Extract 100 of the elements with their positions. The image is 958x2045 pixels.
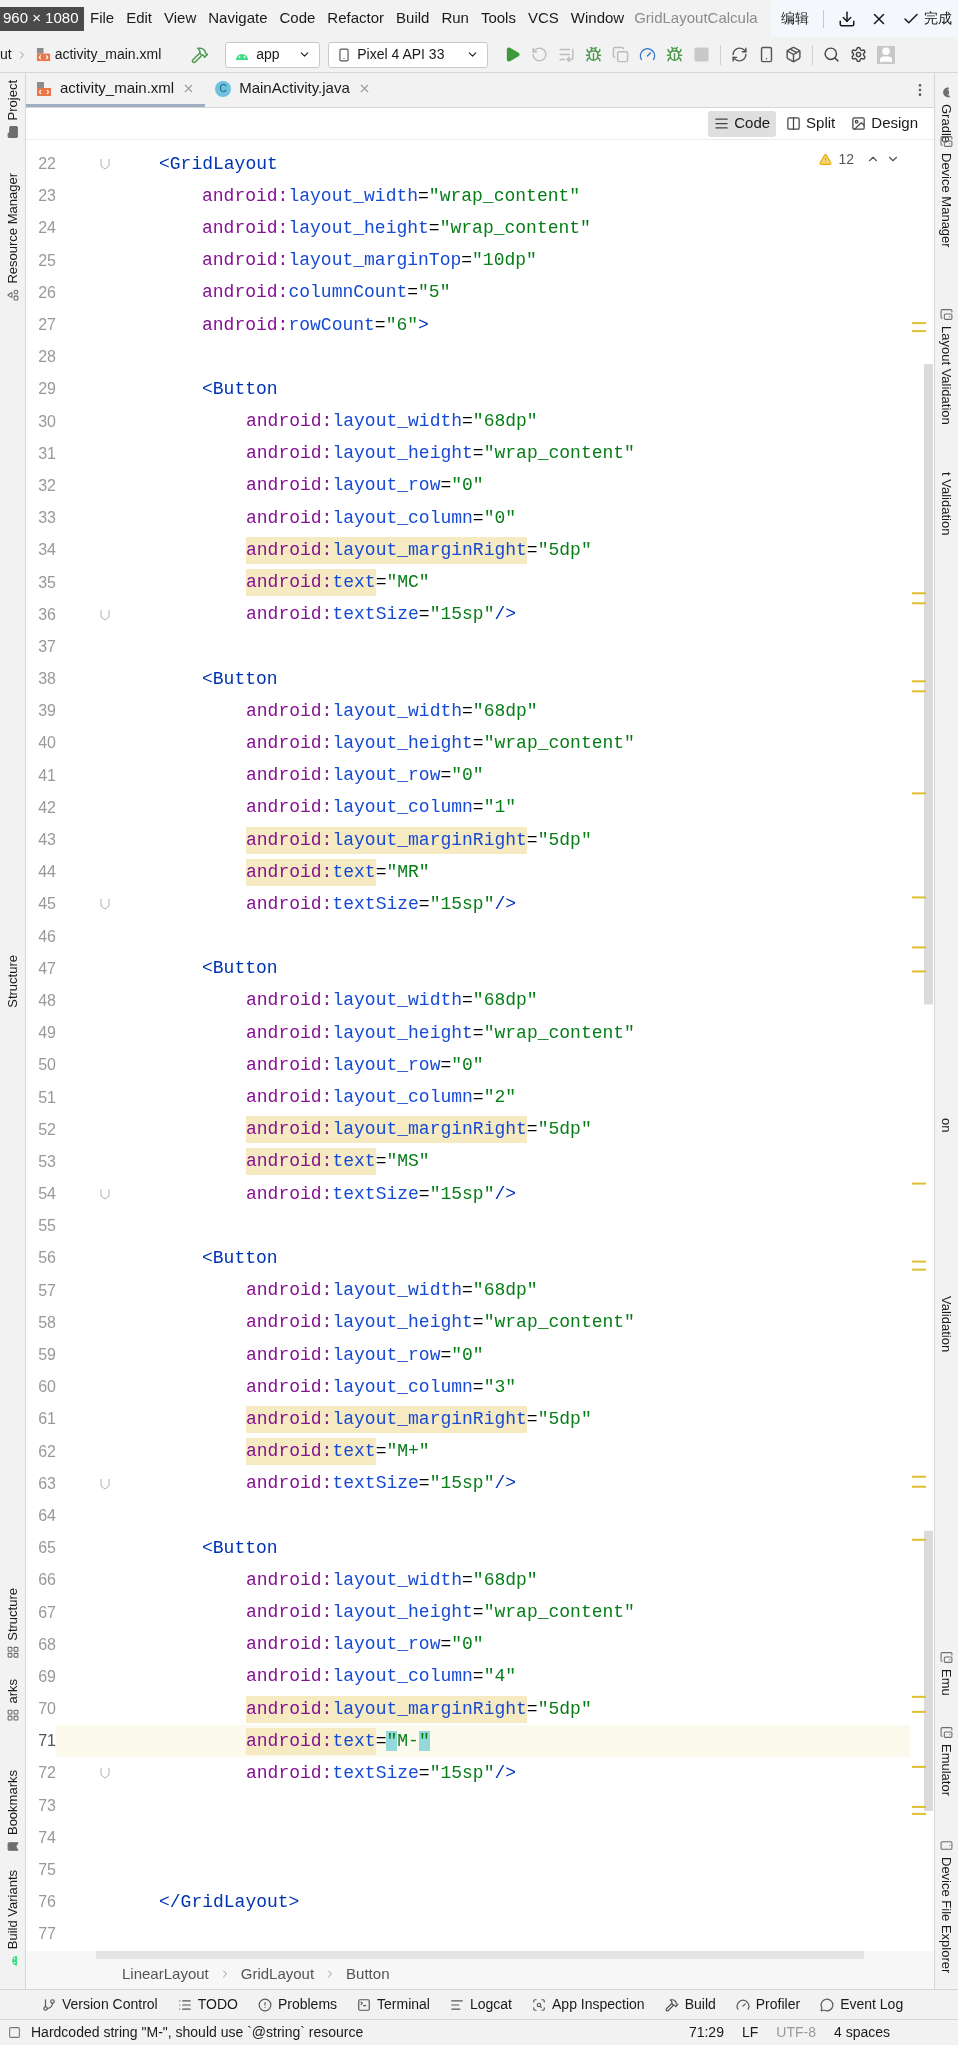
attribute-value: "68dp" — [472, 410, 538, 434]
line-number: 36 — [38, 604, 56, 625]
tool-window-tab[interactable]: Layout Validation — [936, 308, 957, 425]
attribute-name: android:layout_marginTop — [202, 249, 462, 273]
tool-window-tab[interactable]: Resource Manager — [2, 173, 23, 302]
line-number: 73 — [38, 1795, 56, 1816]
fold-marker-icon[interactable] — [100, 158, 110, 171]
menu-item[interactable]: Run — [435, 7, 475, 30]
tool-window-tab[interactable]: Bookmarks — [2, 1770, 23, 1854]
device-dropdown[interactable]: Pixel 4 API 33 — [328, 41, 489, 68]
sync-icon[interactable] — [731, 46, 749, 63]
equals-sign: = — [472, 1311, 484, 1335]
equals-sign: = — [375, 571, 387, 595]
xml-tag: <Button — [202, 1537, 278, 1558]
line-number: 23 — [38, 186, 56, 207]
breadcrumb-item[interactable]: GridLayout — [240, 1962, 315, 1986]
attribute-name: android:text — [246, 1148, 376, 1176]
image-icon — [851, 116, 867, 131]
list-icon[interactable] — [558, 46, 576, 63]
attribute-value: "wrap_content" — [483, 1601, 635, 1625]
view-mode-button[interactable]: Design — [845, 110, 924, 137]
menu-item[interactable]: Edit — [120, 7, 159, 30]
tool-window-tab[interactable]: Device File Explorer — [936, 1839, 957, 1974]
profile-icon[interactable] — [612, 46, 630, 63]
menu-item[interactable]: Navigate — [202, 7, 274, 30]
editor-tab[interactable]: C MainActivity.java — [205, 73, 381, 107]
device-icon — [940, 1651, 953, 1664]
menu-item[interactable]: File — [84, 7, 121, 30]
menu-item[interactable]: Build — [390, 7, 436, 30]
fold-marker-icon[interactable] — [100, 1767, 110, 1780]
package-icon[interactable] — [785, 46, 803, 63]
done-button[interactable]: 完成 — [902, 8, 952, 29]
tool-window-tab[interactable]: on — [936, 1113, 957, 1133]
attribute-name: android:textSize — [246, 603, 419, 627]
tool-window-tab[interactable]: Emu — [936, 1651, 957, 1696]
tool-window-tab[interactable]: Structure — [2, 1588, 23, 1659]
breadcrumb-item[interactable]: Button — [346, 1962, 390, 1986]
menu-item[interactable]: Window — [564, 7, 631, 30]
run-icon[interactable] — [504, 46, 522, 63]
tool-window-tab[interactable]: Structure — [2, 955, 23, 1013]
tool-window-button[interactable]: Version Control — [42, 1994, 158, 2015]
search-icon[interactable] — [823, 46, 841, 63]
tool-window-button[interactable]: TODO — [177, 1994, 238, 2015]
menu-item[interactable]: VCS — [521, 7, 565, 30]
tool-window-button[interactable]: Logcat — [449, 1994, 512, 2015]
line-number: 49 — [38, 1023, 56, 1044]
xml-tag: <GridLayout — [159, 153, 278, 174]
attribute-name: android:rowCount — [202, 313, 375, 337]
line-number: 34 — [38, 540, 56, 561]
caret-position[interactable]: 71:29 — [688, 2022, 724, 2043]
tool-window-tab[interactable]: Emulator — [936, 1726, 957, 1797]
tool-window-button[interactable]: App Inspection — [532, 1994, 645, 2015]
tool-window-button[interactable]: Terminal — [357, 1994, 430, 2015]
apply-changes-icon[interactable] — [666, 46, 684, 63]
file-breadcrumb[interactable]: activity_main.xml — [54, 44, 162, 65]
path-fragment[interactable]: ut — [0, 44, 12, 65]
rerun-icon[interactable] — [531, 46, 549, 63]
tool-window-tab[interactable]: arks — [2, 1679, 23, 1722]
line-number: 61 — [38, 1409, 56, 1430]
menu-item[interactable]: Code — [273, 7, 322, 30]
tool-window-button[interactable]: Build — [664, 1994, 716, 2015]
menu-item[interactable]: Tools — [474, 7, 522, 30]
line-number: 28 — [38, 347, 56, 368]
fold-marker-icon[interactable] — [100, 898, 110, 911]
view-mode-button[interactable]: Code — [708, 110, 777, 137]
breadcrumb-item[interactable]: LinearLayout — [122, 1962, 209, 1986]
gauge-icon[interactable] — [639, 46, 657, 63]
fold-marker-icon[interactable] — [100, 1477, 110, 1490]
edit-button[interactable]: 编辑 — [781, 8, 809, 29]
line-number: 54 — [38, 1184, 56, 1205]
tool-window-button[interactable]: Problems — [257, 1994, 338, 2015]
fold-marker-icon[interactable] — [100, 608, 110, 621]
tag-closing: /> — [494, 603, 517, 627]
tool-window-tab[interactable]: Gradle — [936, 86, 957, 144]
tool-window-tab[interactable]: Validation — [936, 1291, 957, 1353]
avatar-icon[interactable] — [877, 45, 896, 64]
menu-item[interactable]: Refactor — [321, 7, 391, 30]
debug-icon[interactable] — [585, 46, 603, 63]
view-mode-button[interactable]: Split — [780, 110, 842, 137]
hammer-icon[interactable] — [191, 45, 210, 64]
panel-icon[interactable] — [8, 2026, 21, 2039]
tool-window-tab[interactable]: Build Variants — [2, 1870, 23, 1968]
settings-icon[interactable] — [850, 46, 868, 63]
line-number: 24 — [38, 218, 56, 239]
fold-marker-icon[interactable] — [100, 1188, 110, 1201]
tag-closing: /> — [494, 1472, 517, 1496]
download-icon[interactable] — [838, 9, 856, 28]
line-number: 37 — [38, 636, 56, 657]
menu-item[interactable]: View — [158, 7, 203, 30]
equals-sign: = — [472, 796, 484, 820]
tool-window-button[interactable]: Event Log — [820, 1994, 904, 2015]
indent-setting[interactable]: 4 spaces — [833, 2022, 890, 2043]
run-config-dropdown[interactable]: app — [225, 41, 321, 68]
tool-window-tab[interactable]: Project — [2, 80, 23, 139]
tool-window-button[interactable]: Profiler — [735, 1994, 801, 2015]
equals-sign: = — [526, 1118, 538, 1142]
horizontal-scrollbar[interactable] — [96, 1951, 864, 1959]
tool-window-tab[interactable]: t Validation — [936, 467, 957, 536]
line-separator[interactable]: LF — [741, 2022, 759, 2043]
line-number: 25 — [38, 250, 56, 271]
